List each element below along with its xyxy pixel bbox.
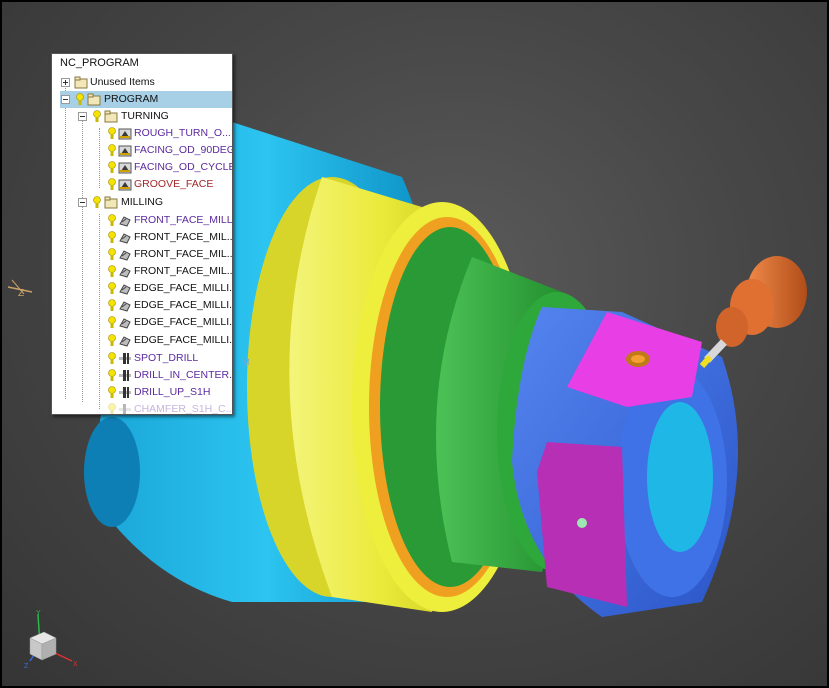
tree-item-label: EDGE_FACE_MILLI... bbox=[134, 316, 233, 328]
drill-operation-icon bbox=[118, 369, 132, 382]
tree-item-label: TURNING bbox=[121, 110, 169, 122]
folder-icon bbox=[87, 93, 101, 106]
turning-operation-icon bbox=[118, 144, 132, 157]
tree-item-drill-op[interactable]: CHAMFER_S1H_C... bbox=[108, 401, 233, 415]
tree-item-milling-op[interactable]: EDGE_FACE_MILLI... bbox=[108, 314, 232, 331]
tree-item-label: DRILL_UP_S1H bbox=[134, 386, 211, 398]
tree-item-drill-op[interactable]: DRILL_IN_CENTER... bbox=[108, 367, 232, 384]
bulb-icon bbox=[108, 386, 116, 399]
bulb-icon bbox=[93, 110, 101, 123]
cutting-tool bbox=[699, 256, 807, 368]
tree-item-label: SPOT_DRILL bbox=[134, 352, 199, 364]
tree-item-milling[interactable]: MILLING bbox=[77, 194, 232, 211]
tree-item-turning-op[interactable]: ROUGH_TURN_O... bbox=[108, 125, 232, 142]
folder-icon bbox=[74, 76, 88, 89]
expand-toggle[interactable] bbox=[61, 78, 70, 87]
bulb-icon bbox=[108, 214, 116, 227]
milling-operation-icon bbox=[118, 299, 132, 312]
collapse-toggle[interactable] bbox=[78, 112, 87, 121]
bulb-icon bbox=[108, 282, 116, 295]
triad-x-label: X bbox=[73, 661, 78, 668]
navigator-title: NC_PROGRAM bbox=[60, 57, 139, 69]
bulb-icon bbox=[108, 316, 116, 329]
tree-item-label: ROUGH_TURN_O... bbox=[134, 127, 231, 139]
bulb-icon bbox=[108, 144, 116, 157]
nc-program-navigator[interactable]: NC_PROGRAM Unused Items PROGRAM TURNING … bbox=[51, 53, 233, 415]
center-bore bbox=[647, 402, 713, 552]
graphics-viewport[interactable]: Z M Y X Z NC_PROGRAM Unused Items PROGRA… bbox=[2, 2, 827, 686]
view-triad-icon[interactable]: Y X Z bbox=[22, 606, 84, 672]
drill-operation-icon bbox=[118, 386, 132, 399]
bulb-icon bbox=[108, 161, 116, 174]
tree-item-label: EDGE_FACE_MILLI... bbox=[134, 334, 233, 346]
tree-guide bbox=[82, 112, 83, 402]
bulb-icon bbox=[108, 265, 116, 278]
tree-item-label: FRONT_FACE_MILL... bbox=[134, 214, 233, 226]
folder-icon bbox=[104, 196, 118, 209]
tree-item-turning[interactable]: TURNING bbox=[77, 108, 232, 125]
bulb-icon bbox=[108, 178, 116, 191]
blue-hub bbox=[512, 307, 738, 617]
tree-item-milling-op[interactable]: FRONT_FACE_MIL... bbox=[108, 263, 232, 280]
tree-item-turning-op[interactable]: GROOVE_FACE bbox=[108, 176, 232, 193]
tree-item-label: EDGE_FACE_MILLI... bbox=[134, 299, 233, 311]
triad-z-label: Z bbox=[24, 663, 29, 670]
tree-item-label: DRILL_IN_CENTER... bbox=[134, 369, 233, 381]
tree-item-label: GROOVE_FACE bbox=[134, 178, 214, 190]
tree-item-label: FRONT_FACE_MIL... bbox=[134, 265, 233, 277]
milling-operation-icon bbox=[118, 282, 132, 295]
milling-operation-icon bbox=[118, 231, 132, 244]
bulb-icon bbox=[108, 299, 116, 312]
tree-item-label: FRONT_FACE_MIL... bbox=[134, 231, 233, 243]
axis-z-label: Z bbox=[18, 288, 25, 299]
tree-item-label: Unused Items bbox=[90, 76, 155, 88]
tree-item-milling-op[interactable]: EDGE_FACE_MILLI... bbox=[108, 297, 232, 314]
bulb-icon bbox=[108, 231, 116, 244]
turning-operation-icon bbox=[118, 161, 132, 174]
tree-guide bbox=[65, 79, 66, 399]
turning-operation-icon bbox=[118, 178, 132, 191]
tree-guide bbox=[99, 214, 100, 409]
bulb-icon bbox=[108, 248, 116, 261]
collapse-toggle[interactable] bbox=[78, 198, 87, 207]
milling-operation-icon bbox=[118, 334, 132, 347]
bulb-icon bbox=[108, 403, 116, 414]
milling-operation-icon bbox=[118, 214, 132, 227]
tree-guide bbox=[99, 128, 100, 188]
bulb-icon bbox=[108, 334, 116, 347]
tree-item-turning-op[interactable]: FACING_OD_90DEG bbox=[108, 142, 232, 159]
milling-operation-icon bbox=[118, 248, 132, 261]
tree-item-drill-op[interactable]: SPOT_DRILL bbox=[108, 350, 232, 367]
bulb-icon bbox=[76, 93, 84, 106]
tree-item-drill-op[interactable]: DRILL_UP_S1H bbox=[108, 384, 232, 401]
tree-item-milling-op[interactable]: EDGE_FACE_MILLI... bbox=[108, 332, 232, 349]
milling-operation-icon bbox=[118, 265, 132, 278]
bulb-icon bbox=[108, 352, 116, 365]
drill-operation-icon bbox=[118, 352, 132, 365]
tree-item-unused-items[interactable]: Unused Items bbox=[60, 74, 232, 91]
bulb-icon bbox=[108, 127, 116, 140]
tree-item-label: FACING_OD_CYCLE bbox=[134, 161, 233, 173]
tree-item-milling-op[interactable]: EDGE_FACE_MILLI... bbox=[108, 280, 232, 297]
tree-item-label: PROGRAM bbox=[104, 93, 159, 105]
tree-item-label: FACING_OD_90DEG bbox=[134, 144, 233, 156]
axis-m-label: M bbox=[243, 358, 250, 367]
tree-item-label: CHAMFER_S1H_C... bbox=[134, 403, 233, 415]
bulb-icon bbox=[108, 369, 116, 382]
triad-y-label: Y bbox=[36, 610, 41, 617]
collapse-toggle[interactable] bbox=[61, 95, 70, 104]
tree-item-label: FRONT_FACE_MIL... bbox=[134, 248, 233, 260]
milling-operation-icon bbox=[118, 316, 132, 329]
turning-operation-icon bbox=[118, 127, 132, 140]
tree-item-milling-op[interactable]: FRONT_FACE_MIL... bbox=[108, 229, 232, 246]
tree-item-milling-op[interactable]: FRONT_FACE_MILL... bbox=[108, 212, 232, 229]
tree-item-milling-op[interactable]: FRONT_FACE_MIL... bbox=[108, 246, 232, 263]
tree-item-turning-op[interactable]: FACING_OD_CYCLE bbox=[108, 159, 232, 176]
tree-item-label: MILLING bbox=[121, 196, 164, 208]
drill-operation-icon bbox=[118, 403, 132, 414]
tree-item-label: EDGE_FACE_MILLI... bbox=[134, 282, 233, 294]
bulb-icon bbox=[93, 196, 101, 209]
folder-icon bbox=[104, 110, 118, 123]
tree-item-program[interactable]: PROGRAM bbox=[60, 91, 232, 108]
